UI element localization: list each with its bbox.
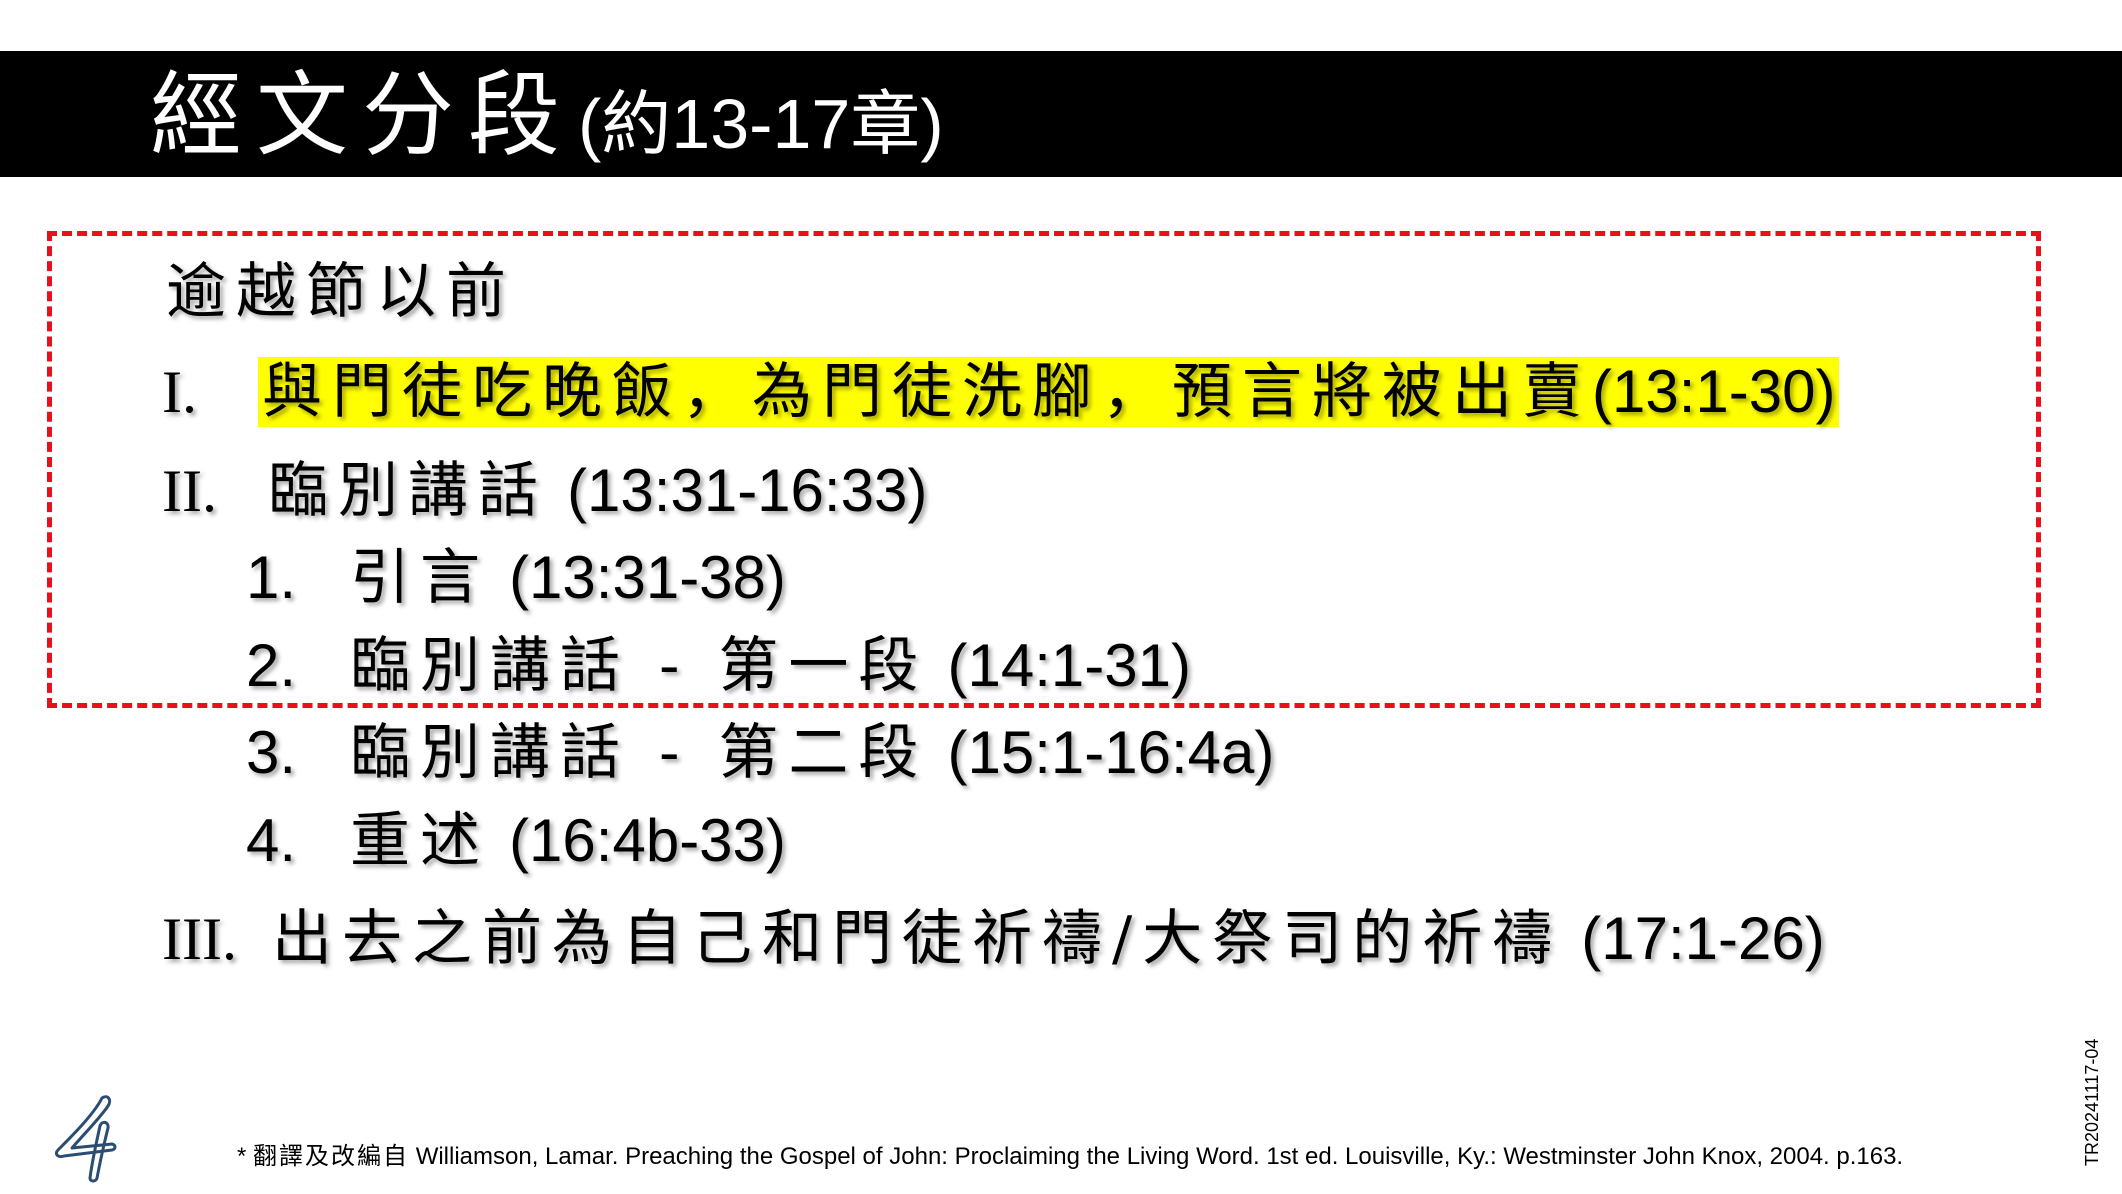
slide-title-range: (約13-17章) [578, 85, 944, 163]
document-code: TR20241117-04 [2082, 1038, 2102, 1166]
outline-text: 臨別講話 - 第一段 [350, 631, 929, 701]
slide-title: 經文分段 [150, 62, 575, 169]
outline-marker: 1. [246, 544, 297, 611]
outline-marker: 4. [246, 807, 297, 874]
outline-ref: (15:1-16:4a) [947, 719, 1275, 786]
outline-subitem-3: 3. 臨別講話 - 第二段 (15:1-16:4a) [246, 717, 1274, 789]
outline-ref: (14:1-31) [947, 632, 1191, 699]
outline-marker: I. [162, 359, 197, 425]
outline-marker: III. [162, 906, 237, 972]
page-number-icon: 4 [50, 1092, 117, 1183]
outline-ref: (16:4b-33) [509, 807, 786, 874]
outline-subitem-1: 1. 引言 (13:31-38) [246, 542, 786, 614]
group-heading: 逾越節以前 [166, 257, 516, 327]
outline-ref: (17:1-26) [1581, 905, 1825, 972]
footnote-citation: Williamson, Lamar. Preaching the Gospel … [415, 1143, 1904, 1170]
outline-item-3: III. 出去之前為自己和門徒祈禱/大祭司的祈禱 (17:1-26) [162, 903, 1825, 975]
outline-text: 臨別講話 - 第二段 [350, 718, 929, 788]
outline-subitem-2: 2. 臨別講話 - 第一段 (14:1-31) [246, 630, 1191, 702]
outline-text: 出去之前為自己和門徒祈禱/大祭司的祈禱 [272, 904, 1563, 974]
outline-text: 重述 [350, 806, 490, 876]
outline-ref: (13:1-30) [1592, 358, 1836, 425]
outline-text: 臨別講話 [268, 456, 548, 526]
outline-marker: 3. [246, 719, 297, 786]
outline-item-1: I. 與門徒吃晚飯，為門徒洗腳，預言將被出賣(13:1-30) [162, 356, 1840, 428]
highlighted-text: 與門徒吃晚飯，為門徒洗腳，預言將被出賣(13:1-30) [258, 357, 1840, 427]
footnote-prefix: 翻譯及改編自 [253, 1142, 410, 1170]
outline-text: 與門徒吃晚飯，為門徒洗腳，預言將被出賣 [262, 357, 1592, 427]
outline-ref: (13:31-16:33) [567, 457, 928, 524]
citation-footnote: * 翻譯及改編自 Williamson, Lamar. Preaching th… [237, 1141, 1903, 1172]
page-number: 4 [50, 1092, 51, 1093]
footnote-marker: * [237, 1143, 247, 1170]
outline-subitem-4: 4. 重述 (16:4b-33) [246, 805, 786, 877]
outline-text: 引言 [350, 543, 490, 613]
outline-marker: 2. [246, 632, 297, 699]
outline-item-2: II. 臨別講話 (13:31-16:33) [162, 455, 927, 527]
outline-ref: (13:31-38) [509, 544, 786, 611]
outline-marker: II. [162, 458, 217, 524]
